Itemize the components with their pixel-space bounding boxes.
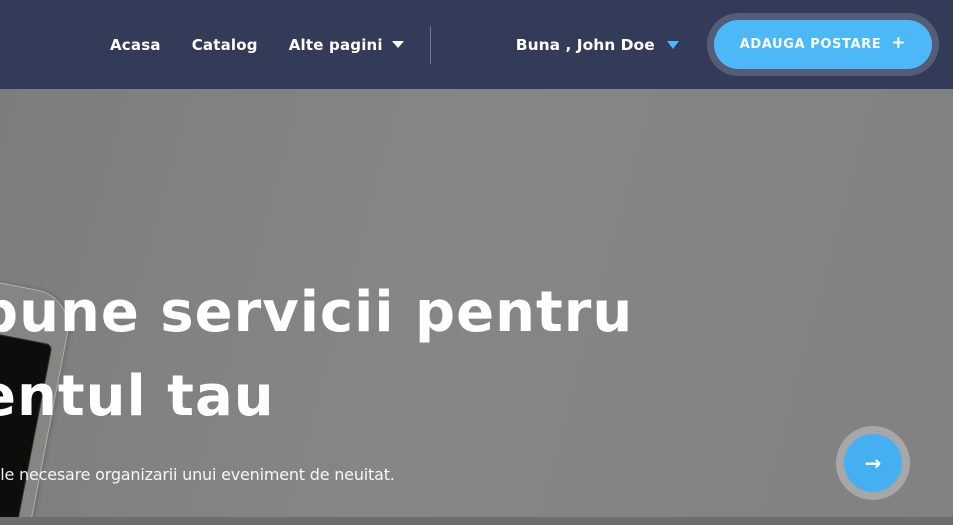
nav-item-label: Acasa [110,35,161,54]
nav-item-label: Catalog [191,35,258,54]
hero-title-line2: entul tau [0,364,275,429]
main-nav: Acasa Catalog Alte pagini [110,36,404,54]
top-navbar: Acasa Catalog Alte pagini Buna , John Do… [0,0,953,89]
arrow-right-icon: → [864,451,882,475]
user-greeting-dropdown[interactable]: Buna , John Doe [516,36,679,54]
hero-bottom-edge [0,517,953,525]
nav-item-acasa[interactable]: Acasa [110,36,161,54]
chevron-down-icon [391,41,404,48]
next-slide-button-ring: → [836,426,910,500]
user-greeting-label: Buna , John Doe [515,35,655,54]
nav-item-alte-pagini[interactable]: Alte pagini [289,36,404,54]
nav-item-catalog[interactable]: Catalog [192,36,258,54]
plus-icon: + [891,33,907,53]
hero-title-line1: bune servicii pentru [0,280,634,345]
hero-subtitle: ile necesare organizarii unui eveniment … [0,465,395,484]
chevron-down-icon [666,40,679,49]
hero-section: bune servicii pentru entul tau ile neces… [0,89,953,525]
next-slide-button[interactable]: → [844,434,902,492]
add-post-label: ADAUGA POSTARE [739,37,882,52]
hero-title: bune servicii pentru entul tau [0,271,633,439]
nav-item-label: Alte pagini [288,35,383,54]
navbar-divider [429,25,431,64]
add-post-button-ring: ADAUGA POSTARE + [706,13,940,76]
add-post-button[interactable]: ADAUGA POSTARE + [713,20,933,69]
